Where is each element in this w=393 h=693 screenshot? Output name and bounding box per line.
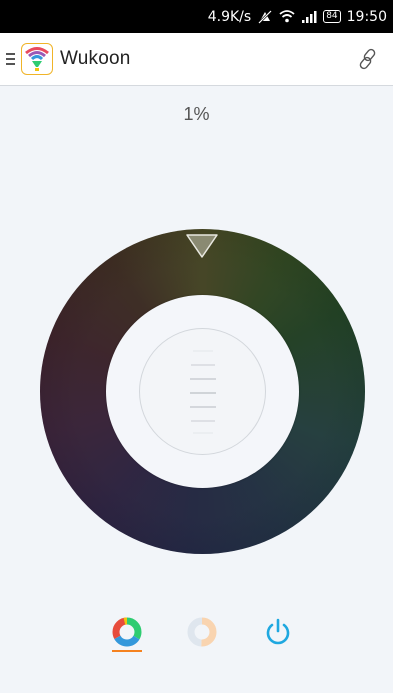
- clock: 19:50: [346, 8, 387, 25]
- knob-grip-icon: [190, 350, 216, 434]
- wukoon-logo: [21, 43, 53, 75]
- inner-disc: [106, 295, 299, 488]
- app-header: Wukoon: [0, 33, 393, 86]
- net-speed: 4.9K/s: [207, 8, 252, 25]
- triangle-down-icon[interactable]: [185, 233, 219, 259]
- status-bar: 4.9K/s 84 19:50: [0, 0, 393, 33]
- power-button[interactable]: [258, 612, 298, 652]
- color-ring-icon: [112, 617, 142, 647]
- brightness-knob[interactable]: [139, 328, 266, 455]
- app-title: Wukoon: [60, 48, 131, 69]
- menu-icon[interactable]: [6, 53, 15, 65]
- wifi-icon: [279, 10, 295, 23]
- color-dial[interactable]: [40, 229, 365, 554]
- active-tab-indicator: [112, 650, 142, 652]
- battery-icon: 84: [323, 10, 341, 23]
- warm-white-mode-button[interactable]: [182, 612, 222, 652]
- power-icon: [266, 618, 290, 645]
- signal-icon: [301, 10, 317, 23]
- bottom-nav: [0, 612, 393, 662]
- warm-ring-icon: [187, 617, 217, 647]
- brightness-percent: 1%: [183, 104, 210, 124]
- link-icon[interactable]: [357, 48, 379, 70]
- muted-notification-icon: [257, 9, 273, 24]
- color-mode-button[interactable]: [107, 612, 147, 652]
